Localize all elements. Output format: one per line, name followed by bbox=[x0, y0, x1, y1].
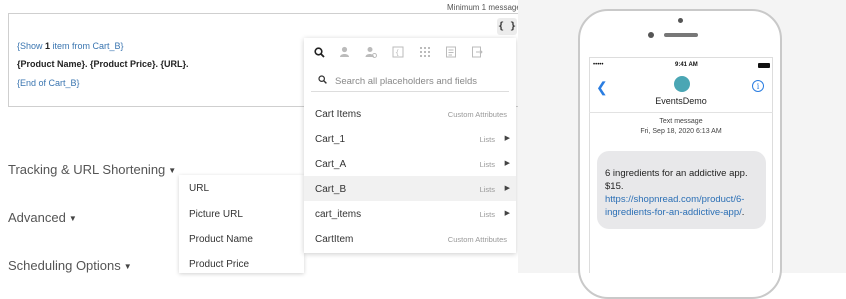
contact-name: EventsDemo bbox=[655, 96, 707, 106]
placeholder-row-cart-b[interactable]: Cart_B Lists ▶ bbox=[304, 176, 516, 201]
info-icon[interactable]: i bbox=[752, 80, 764, 92]
export-tab-icon[interactable] bbox=[470, 45, 484, 59]
code-braces-tab-icon[interactable]: { bbox=[391, 45, 405, 59]
header-divider bbox=[589, 112, 773, 113]
editor-line-fields: {Product Name}. {Product Price}. {URL}. bbox=[17, 59, 189, 69]
document-tab-icon[interactable] bbox=[444, 45, 458, 59]
battery-icon bbox=[758, 63, 770, 68]
back-chevron-icon[interactable]: ❮ bbox=[596, 79, 608, 96]
chevron-right-icon: ▶ bbox=[504, 160, 510, 167]
caret-down-icon: ▼ bbox=[68, 214, 77, 224]
placeholder-tabs: { bbox=[304, 38, 516, 68]
min-message-hint: Minimum 1 message bbox=[447, 3, 519, 12]
chevron-right-icon: ▶ bbox=[504, 135, 510, 142]
search-tab-icon[interactable] bbox=[312, 45, 326, 59]
placeholder-row-cart-1[interactable]: Cart_1 Lists ▶ bbox=[304, 126, 516, 151]
message-timestamp: Fri, Sep 18, 2020 6:13 AM bbox=[640, 128, 722, 135]
scheduling-section-toggle[interactable]: Scheduling Options ▼ bbox=[8, 258, 132, 273]
avatar bbox=[674, 76, 690, 92]
placeholder-row-cart-items-list[interactable]: cart_items Lists ▶ bbox=[304, 201, 516, 226]
caret-down-icon: ▼ bbox=[123, 262, 132, 272]
placeholder-search-input[interactable]: Search all placeholders and fields bbox=[311, 71, 509, 92]
chevron-right-icon: ▶ bbox=[504, 210, 510, 217]
advanced-section-toggle[interactable]: Advanced ▼ bbox=[8, 210, 77, 225]
editor-line-show: {Show 1 item from Cart_B} bbox=[17, 41, 124, 51]
user-settings-tab-icon[interactable] bbox=[364, 45, 378, 59]
phone-speaker bbox=[664, 33, 698, 37]
placeholder-row-cart-a[interactable]: Cart_A Lists ▶ bbox=[304, 151, 516, 176]
camera-dot bbox=[678, 18, 683, 23]
field-item-product-name[interactable]: Product Name bbox=[189, 234, 253, 245]
bubble-link[interactable]: https://shopnread.com/product/6-ingredie… bbox=[605, 194, 744, 218]
editor-line-end: {End of Cart_B} bbox=[17, 78, 80, 88]
placeholder-dropdown: { Search all placeholders and fields Car… bbox=[304, 38, 516, 253]
message-type-label: Text message bbox=[659, 118, 703, 125]
chevron-right-icon: ▶ bbox=[504, 185, 510, 192]
placeholder-row-cartitem[interactable]: CartItem Custom Attributes bbox=[304, 226, 516, 251]
field-item-product-price[interactable]: Product Price bbox=[189, 259, 249, 270]
grid-tab-icon[interactable] bbox=[418, 45, 432, 59]
bubble-text: 6 ingredients for an addictive app. bbox=[605, 168, 748, 179]
camera-lens bbox=[648, 32, 654, 38]
search-icon bbox=[318, 75, 327, 87]
message-bubble: 6 ingredients for an addictive app. $15.… bbox=[597, 151, 766, 229]
user-tab-icon[interactable] bbox=[337, 45, 351, 59]
fields-submenu: URL Picture URL Product Name Product Pri… bbox=[179, 175, 304, 273]
tracking-section-toggle[interactable]: Tracking & URL Shortening ▼ bbox=[8, 162, 176, 177]
field-item-url[interactable]: URL bbox=[189, 183, 209, 194]
field-item-picture-url[interactable]: Picture URL bbox=[189, 209, 243, 220]
status-bar: ••••• 9:41 AM bbox=[593, 61, 770, 71]
placeholder-row-cart-items[interactable]: Cart Items Custom Attributes bbox=[304, 101, 516, 126]
bubble-price: $15. bbox=[605, 181, 624, 192]
placeholder-button[interactable]: { } bbox=[497, 18, 517, 35]
svg-text:{: { bbox=[395, 49, 399, 57]
caret-down-icon: ▼ bbox=[168, 166, 177, 176]
